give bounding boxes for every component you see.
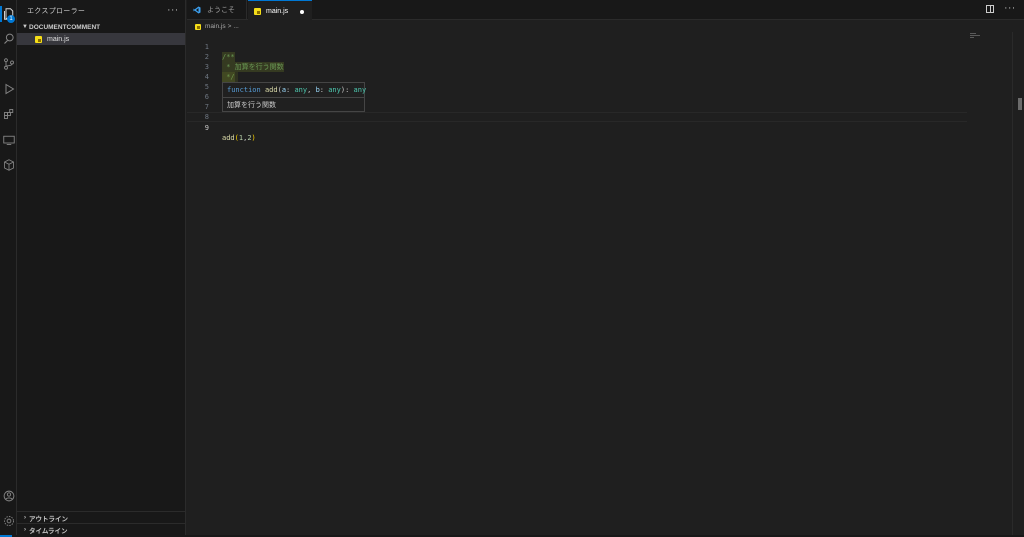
keyword-token: function — [227, 86, 261, 94]
code-line: 5 return a + b — [187, 72, 967, 101]
activity-bar: 1 — [0, 0, 17, 537]
code-line: 1 /** — [187, 32, 967, 62]
extensions-icon[interactable] — [0, 104, 17, 124]
sidebar-header: エクスプローラー ··· — [17, 0, 185, 22]
function-name-token: add — [264, 86, 278, 94]
source-control-icon[interactable] — [0, 54, 17, 74]
run-debug-icon[interactable] — [0, 79, 17, 99]
type-token: any — [294, 86, 308, 94]
scrollbar-thumb[interactable] — [1018, 98, 1022, 110]
sidebar-title: エクスプローラー — [27, 7, 86, 15]
explorer-sidebar: エクスプローラー ··· ▼ DOCUMENTCOMMENT main.js ›… — [17, 0, 186, 537]
hover-documentation: 加算を行う関数 — [227, 101, 276, 109]
param-token: a — [281, 86, 287, 94]
current-code-line: 9 add(1,2) — [187, 112, 967, 142]
file-item-main-js[interactable]: main.js — [17, 33, 185, 45]
chevron-down-icon: ▼ — [22, 24, 28, 30]
editor-actions: ··· — [986, 5, 1016, 14]
file-label: main.js — [47, 35, 70, 43]
chevron-right-icon: › — [24, 526, 26, 533]
javascript-file-icon — [195, 23, 201, 30]
more-actions-icon[interactable]: ··· — [1004, 5, 1016, 14]
minimap[interactable] — [970, 33, 982, 41]
breadcrumb-separator: > — [227, 23, 232, 30]
minimap-line — [970, 37, 974, 38]
javascript-file-icon — [35, 35, 42, 43]
breadcrumb-file[interactable]: main.js — [205, 23, 226, 30]
packages-icon[interactable] — [0, 155, 17, 175]
search-icon[interactable] — [0, 29, 17, 49]
minimap-line — [970, 33, 976, 34]
chevron-right-icon: › — [24, 514, 26, 521]
outline-label: アウトライン — [29, 515, 68, 523]
timeline-label: タイムライン — [29, 527, 68, 535]
number-token: 1 — [238, 134, 244, 142]
outline-panel-header[interactable]: › アウトライン — [17, 511, 186, 523]
function-name-token: add — [222, 134, 235, 142]
minimap-line — [970, 35, 980, 36]
line-number: 9 — [204, 124, 209, 132]
code-line: 3 */ — [187, 52, 967, 82]
hover-signature: function add(a: any, b: any): any — [223, 83, 367, 98]
folder-documentcomment[interactable]: ▼ DOCUMENTCOMMENT — [17, 22, 185, 32]
tab-bar: ようこそ main.js ··· — [187, 0, 1024, 21]
remote-explorer-icon[interactable] — [0, 130, 17, 150]
more-actions-icon[interactable]: ··· — [167, 6, 179, 16]
hover-tooltip: function add(a: any, b: any): any 加算を行う関… — [222, 82, 367, 112]
paren: ) — [251, 134, 256, 142]
param-token: b — [315, 86, 320, 94]
tab-welcome[interactable]: ようこそ — [187, 0, 247, 20]
tab-label: ようこそ — [207, 7, 235, 14]
breadcrumb: main.js > ... — [187, 21, 239, 32]
vscode-logo-icon — [193, 6, 201, 14]
notification-badge: 1 — [7, 15, 15, 23]
timeline-panel-header[interactable]: › タイムライン — [17, 523, 186, 535]
javascript-file-icon — [254, 7, 261, 15]
code-text: add(1,2) — [222, 134, 256, 142]
tab-main-js[interactable]: main.js — [248, 0, 312, 21]
split-editor-icon[interactable] — [986, 5, 995, 13]
code-line: 4 function add(a, b) { — [187, 62, 967, 91]
type-token: any — [353, 86, 367, 94]
tab-label: main.js — [266, 7, 289, 15]
account-icon[interactable] — [0, 486, 17, 506]
folder-label: DOCUMENTCOMMENT — [29, 23, 101, 31]
unsaved-dot-icon[interactable] — [300, 10, 304, 14]
breadcrumb-symbols[interactable]: ... — [233, 23, 238, 30]
gear-icon[interactable] — [0, 511, 17, 531]
type-token: any — [328, 86, 341, 94]
files-icon[interactable]: 1 — [0, 4, 17, 24]
code-line: 2 * 加算を行う関数 — [187, 42, 967, 72]
